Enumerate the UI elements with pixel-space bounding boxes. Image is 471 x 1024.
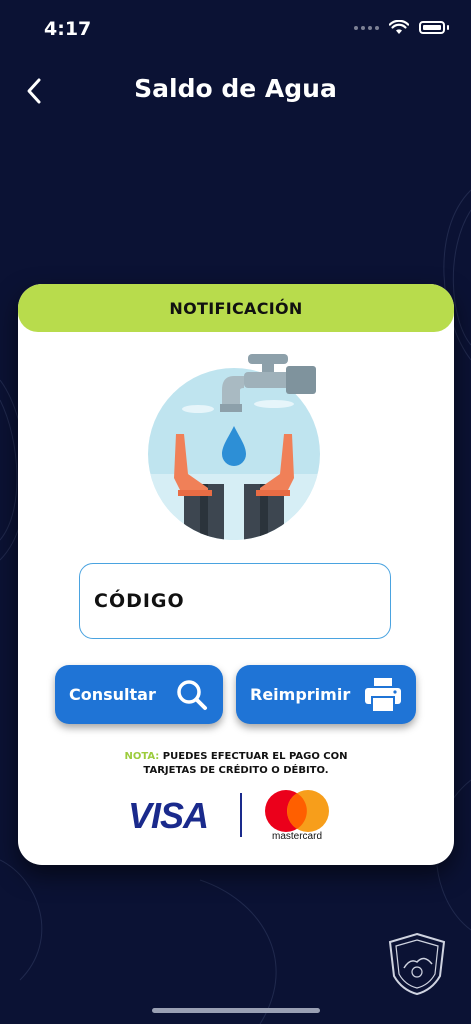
logo-divider: [240, 793, 242, 837]
search-icon: [177, 679, 207, 710]
home-indicator[interactable]: [152, 1008, 320, 1013]
reprint-button[interactable]: Reimprimir: [236, 665, 416, 724]
reprint-button-label: Reimprimir: [250, 685, 351, 704]
notification-card: NOTIFICACIÓN CÓDIGO Consultar Reimprimir…: [18, 284, 454, 865]
consult-button[interactable]: Consultar: [55, 665, 223, 724]
payment-methods: VISA mastercard: [128, 789, 338, 845]
battery-icon: [419, 21, 445, 34]
mastercard-wordmark: mastercard: [271, 831, 322, 842]
note-label: NOTA:: [124, 751, 160, 762]
visa-logo: VISA: [128, 795, 209, 836]
status-icons: [354, 20, 449, 35]
page-title: Saldo de Agua: [134, 74, 337, 103]
faucet-hands-illustration: [148, 354, 320, 540]
status-bar: 4:17: [0, 0, 471, 60]
printer-icon: [365, 677, 401, 713]
status-time: 4:17: [44, 18, 92, 40]
code-input[interactable]: CÓDIGO: [79, 563, 391, 639]
payment-note: NOTA: PUEDES EFECTUAR EL PAGO CON TARJET…: [18, 750, 454, 778]
wifi-icon: [389, 20, 409, 34]
signal-dots-icon: [354, 25, 379, 30]
consult-button-label: Consultar: [69, 685, 156, 704]
municipality-emblem: [388, 932, 446, 996]
card-header: NOTIFICACIÓN: [18, 284, 454, 332]
note-text-line1: PUEDES EFECTUAR EL PAGO CON: [162, 751, 348, 762]
mastercard-logo-icon: [265, 790, 329, 832]
note-text-line2: TARJETAS DE CRÉDITO O DÉBITO.: [143, 765, 329, 776]
